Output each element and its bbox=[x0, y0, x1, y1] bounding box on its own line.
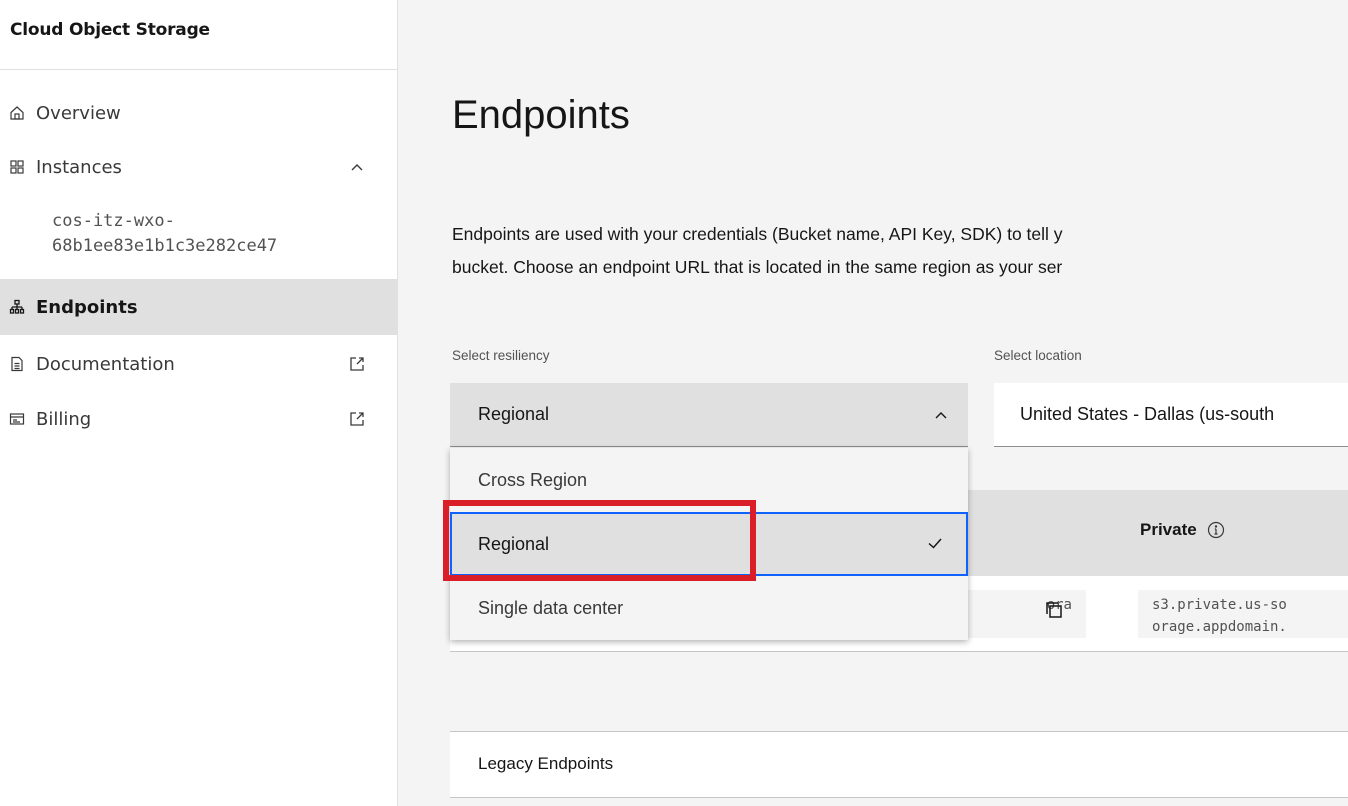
page-description: Endpoints are used with your credentials… bbox=[452, 218, 1063, 284]
sidebar-item-endpoints[interactable]: Endpoints bbox=[0, 279, 397, 335]
sidebar-title: Cloud Object Storage bbox=[0, 0, 397, 70]
sidebar-item-instance[interactable]: cos-itz-wxo- 68b1ee83e1b1c3e282ce47 bbox=[52, 209, 277, 259]
sidebar-item-label: Instances bbox=[36, 156, 122, 178]
sidebar-item-label: Endpoints bbox=[36, 296, 138, 318]
sidebar: Cloud Object Storage Overview Instances … bbox=[0, 0, 398, 806]
billing-icon bbox=[9, 411, 25, 427]
home-icon bbox=[9, 105, 25, 121]
document-icon bbox=[9, 356, 25, 372]
sidebar-item-overview[interactable]: Overview bbox=[0, 94, 397, 132]
option-regional[interactable]: Regional bbox=[450, 512, 968, 576]
private-column-header: Private bbox=[1140, 520, 1225, 540]
private-endpoint-line: orage.appdomain. bbox=[1152, 619, 1287, 635]
resiliency-select-value: Regional bbox=[478, 404, 550, 424]
option-cross-region[interactable]: Cross Region bbox=[450, 448, 968, 512]
checkmark-icon bbox=[926, 534, 944, 552]
private-header-label: Private bbox=[1140, 520, 1197, 539]
sidebar-item-label: Billing bbox=[36, 408, 92, 430]
sidebar-item-billing[interactable]: Billing bbox=[0, 400, 397, 438]
chevron-up-icon bbox=[932, 406, 950, 424]
sidebar-item-instances[interactable]: Instances bbox=[0, 148, 397, 186]
grid-icon bbox=[9, 159, 25, 175]
launch-icon[interactable] bbox=[348, 410, 366, 428]
copy-icon[interactable] bbox=[1044, 600, 1064, 620]
page-title: Endpoints bbox=[452, 93, 630, 137]
chevron-up-icon[interactable] bbox=[348, 158, 366, 176]
option-label: Single data center bbox=[478, 597, 624, 618]
instance-name-line1: cos-itz-wxo- bbox=[52, 211, 175, 231]
info-icon[interactable] bbox=[1207, 521, 1225, 539]
instance-name-line2: 68b1ee83e1b1c3e282ce47 bbox=[52, 236, 278, 256]
sidebar-item-label: Overview bbox=[36, 102, 121, 124]
legacy-endpoints-accordion[interactable]: Legacy Endpoints bbox=[450, 732, 1348, 798]
resiliency-select[interactable]: Regional bbox=[450, 383, 968, 447]
location-select-value: United States - Dallas (us-south bbox=[1020, 404, 1275, 424]
location-select[interactable]: United States - Dallas (us-south bbox=[994, 383, 1348, 447]
location-label: Select location bbox=[994, 348, 1082, 363]
sidebar-item-label: Documentation bbox=[36, 353, 175, 375]
network-icon bbox=[9, 299, 25, 315]
sidebar-item-documentation[interactable]: Documentation bbox=[0, 345, 397, 383]
description-line: Endpoints are used with your credentials… bbox=[452, 224, 1063, 244]
resiliency-label: Select resiliency bbox=[452, 348, 550, 363]
description-line: bucket. Choose an endpoint URL that is l… bbox=[452, 257, 1063, 277]
private-endpoint-url: s3.private.us-so orage.appdomain. bbox=[1138, 590, 1348, 638]
option-single-data-center[interactable]: Single data center bbox=[450, 576, 968, 640]
resiliency-dropdown-menu: Cross Region Regional Single data center bbox=[450, 448, 968, 640]
option-label: Cross Region bbox=[478, 469, 588, 490]
main-content: Endpoints Endpoints are used with your c… bbox=[398, 0, 1348, 806]
private-endpoint-line: s3.private.us-so bbox=[1152, 597, 1287, 613]
option-label: Regional bbox=[478, 533, 550, 554]
launch-icon[interactable] bbox=[348, 355, 366, 373]
